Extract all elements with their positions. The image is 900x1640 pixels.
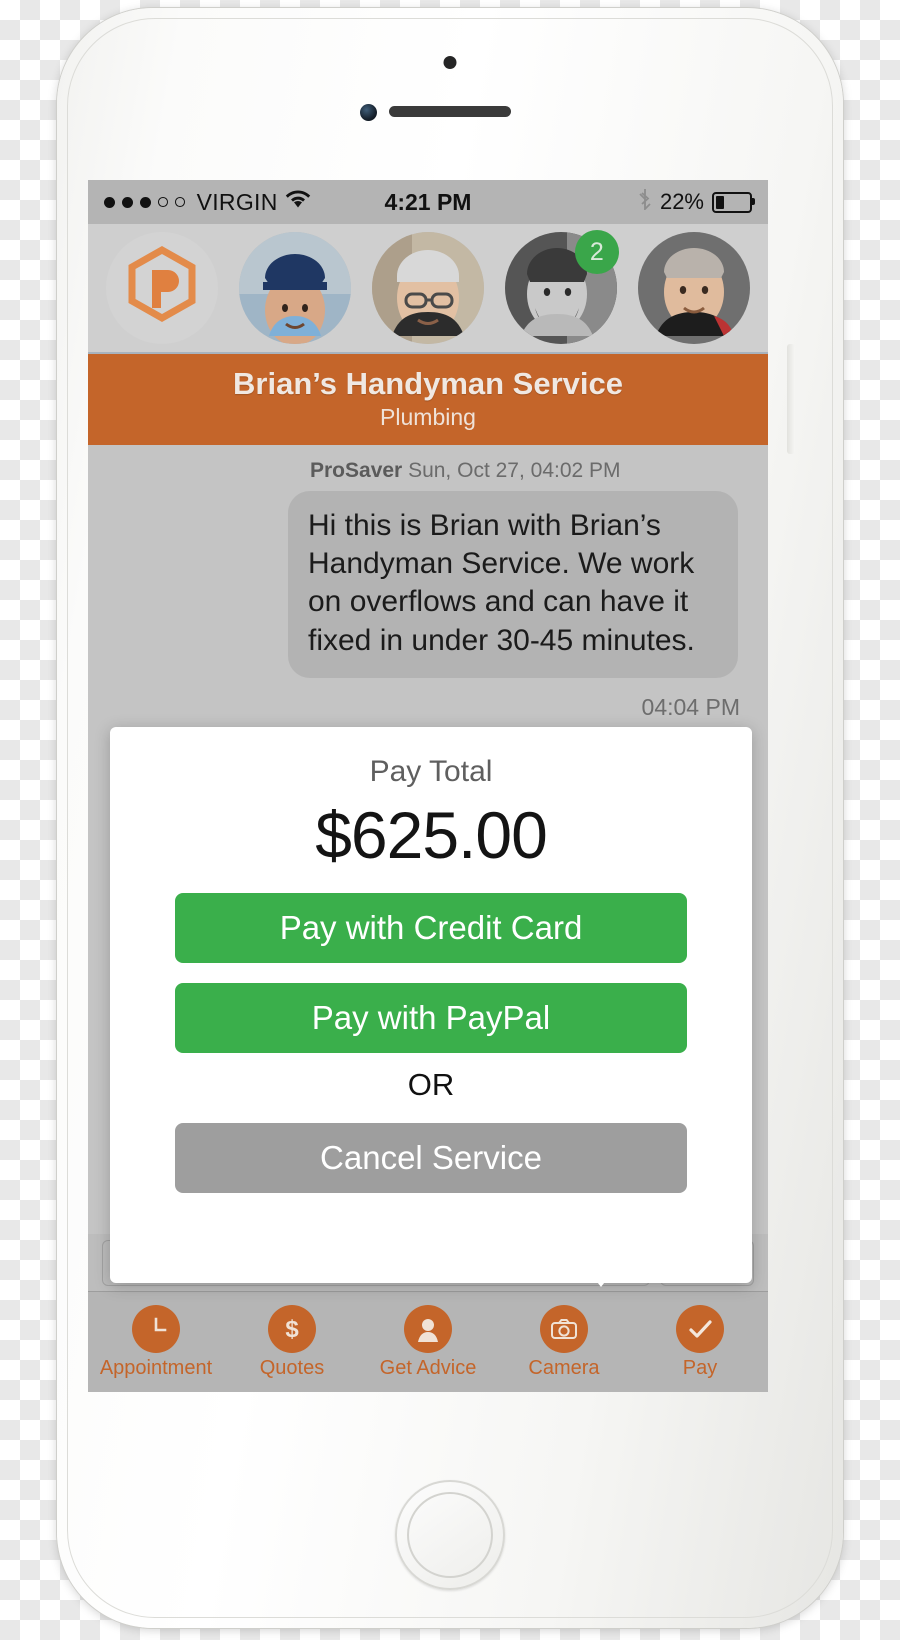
outgoing-timestamp: 04:04 PM [641, 694, 740, 721]
bottom-tab-bar: Appointment $ Quotes Get Advice Camera P… [88, 1291, 768, 1392]
status-bar-right: 22% [638, 188, 755, 216]
power-button[interactable] [787, 344, 795, 454]
contact-avatar-2[interactable] [371, 232, 484, 344]
tab-pay[interactable]: Pay [632, 1292, 768, 1392]
carrier-label: VIRGIN [196, 188, 278, 215]
home-button[interactable] [395, 1480, 505, 1590]
pay-total-amount: $625.00 [315, 798, 548, 872]
modal-pointer-tail [575, 1253, 627, 1287]
contacts-avatar-strip: 2 [88, 224, 768, 352]
contact-photo-1 [239, 232, 352, 344]
camera-icon [540, 1304, 588, 1353]
tab-camera[interactable]: Camera [496, 1292, 632, 1392]
signal-dot-1 [104, 196, 115, 208]
front-camera [360, 104, 377, 121]
contact-photo-4 [637, 232, 750, 344]
battery-percent-label: 22% [659, 189, 704, 214]
bluetooth-icon [638, 188, 652, 216]
business-category: Plumbing [380, 403, 476, 430]
unread-badge: 2 [574, 230, 619, 274]
earpiece-speaker [389, 106, 511, 117]
cancel-service-button[interactable]: Cancel Service [175, 1123, 687, 1193]
pay-total-label: Pay Total [369, 755, 493, 788]
incoming-message-meta: ProSaver Sun, Oct 27, 04:02 PM [88, 459, 768, 483]
business-header: Brian’s Handyman Service Plumbing [88, 352, 768, 445]
signal-dot-4 [158, 197, 168, 207]
tab-pay-label: Pay [682, 1356, 718, 1379]
checkmark-icon [676, 1304, 724, 1353]
tab-quotes[interactable]: $ Quotes [224, 1292, 360, 1392]
prosaver-logo [106, 232, 219, 344]
status-bar-left: VIRGIN [104, 189, 311, 216]
or-separator-label: OR [407, 1067, 455, 1102]
svg-text:$: $ [285, 1316, 299, 1343]
battery-icon [712, 191, 755, 213]
home-button-ring [407, 1492, 493, 1578]
pay-with-paypal-button[interactable]: Pay with PayPal [175, 983, 687, 1053]
incoming-timestamp: Sun, Oct 27, 04:02 PM [402, 458, 621, 482]
pay-total-modal: Pay Total $625.00 Pay with Credit Card P… [110, 727, 752, 1283]
signal-dot-5 [174, 197, 185, 207]
status-bar: VIRGIN 4:21 PM 22% [88, 180, 768, 224]
pay-with-credit-card-button[interactable]: Pay with Credit Card [175, 893, 687, 963]
tab-appointment[interactable]: Appointment [88, 1292, 224, 1392]
signal-dot-2 [122, 196, 133, 208]
incoming-message-bubble: Hi this is Brian with Brian’s Handyman S… [288, 490, 738, 679]
clock-icon [132, 1304, 180, 1353]
contact-avatar-1[interactable] [239, 232, 352, 344]
incoming-sender-name: ProSaver [310, 458, 403, 482]
proximity-sensor [443, 56, 457, 69]
tab-get-advice-label: Get Advice [379, 1356, 477, 1379]
person-icon [404, 1304, 452, 1353]
prosaver-logo-avatar[interactable] [106, 232, 219, 344]
wifi-icon [285, 189, 311, 215]
contact-avatar-3[interactable]: 2 [504, 230, 619, 344]
tab-get-advice[interactable]: Get Advice [360, 1292, 496, 1392]
signal-dot-3 [140, 196, 151, 208]
business-name: Brian’s Handyman Service [233, 366, 623, 401]
tab-appointment-label: Appointment [99, 1356, 213, 1379]
contact-photo-2 [371, 232, 484, 344]
dollar-icon: $ [268, 1304, 316, 1353]
tab-camera-label: Camera [528, 1356, 600, 1379]
tab-quotes-label: Quotes [259, 1356, 325, 1379]
contact-avatar-4[interactable] [637, 232, 750, 344]
